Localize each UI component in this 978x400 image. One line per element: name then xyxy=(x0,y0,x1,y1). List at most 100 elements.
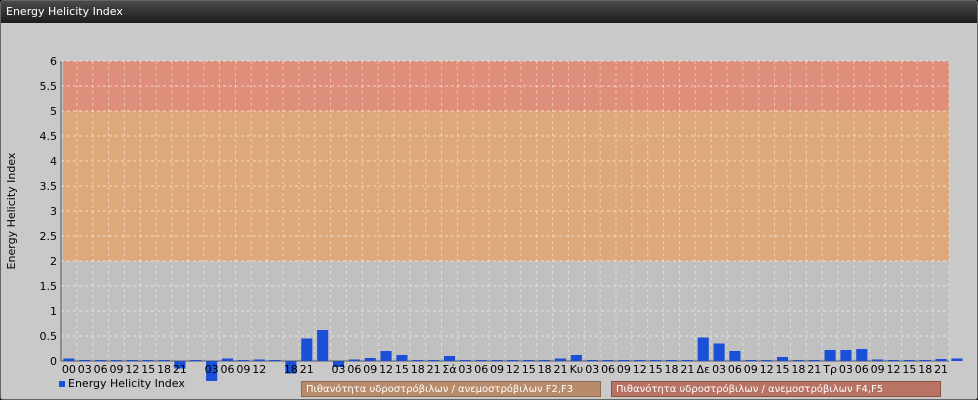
window-title: Energy Helicity Index xyxy=(1,1,977,23)
bar xyxy=(142,360,154,361)
bar xyxy=(237,360,249,361)
x-tick-label: 09 xyxy=(617,363,631,376)
x-tick-label: 09 xyxy=(236,363,250,376)
y-tick-label: 5.5 xyxy=(40,80,58,93)
bar xyxy=(507,360,519,361)
bar xyxy=(475,360,487,361)
bar xyxy=(428,360,440,361)
x-tick-label: 21 xyxy=(300,363,314,376)
x-tick-label: 18 xyxy=(538,363,552,376)
bar xyxy=(570,355,582,361)
x-tick-label: 12 xyxy=(252,363,266,376)
bar xyxy=(650,360,662,361)
chart-legend: Energy Helicity Index xyxy=(59,377,185,390)
probability-band-f4-f5: Πιθανότητα υδροστρόβιλων / ανεμοστρόβιλω… xyxy=(611,381,941,397)
bar xyxy=(539,360,551,361)
y-tick-label: 4.5 xyxy=(40,130,58,143)
x-tick-label: 18 xyxy=(918,363,932,376)
bar xyxy=(713,343,725,361)
bar xyxy=(792,360,804,361)
bar xyxy=(126,360,138,361)
x-tick-label: 00 xyxy=(62,363,76,376)
x-tick-label: 06 xyxy=(221,363,235,376)
x-tick-label: 06 xyxy=(474,363,488,376)
bar xyxy=(317,330,329,361)
bar xyxy=(602,360,614,361)
x-tick-label: 03 xyxy=(712,363,726,376)
bar xyxy=(887,360,900,361)
bar xyxy=(665,360,678,361)
bar xyxy=(110,360,123,361)
x-tick-label: 09 xyxy=(871,363,885,376)
x-tick-label: 12 xyxy=(760,363,774,376)
bar xyxy=(856,349,868,361)
bar xyxy=(776,357,789,361)
x-tick-label: 21 xyxy=(680,363,694,376)
ehi-chart: 0 0.5 1 1.5 2 2.5 3 3.5 4 4.5 5 5.5 6 Energy Helicity… xyxy=(5,55,963,381)
bar xyxy=(158,360,170,361)
x-tick-label: 09 xyxy=(363,363,377,376)
bar xyxy=(634,360,646,361)
bar xyxy=(824,350,836,361)
y-tick-label: 5 xyxy=(50,105,57,118)
x-tick-label: 18 xyxy=(665,363,679,376)
x-tick-label: Σά xyxy=(442,363,456,376)
bar xyxy=(63,358,75,361)
bar xyxy=(903,360,915,361)
y-tick-label: 1.5 xyxy=(40,280,58,293)
bar xyxy=(253,359,265,361)
x-tick-label: 21 xyxy=(427,363,441,376)
x-tick-label: 03 xyxy=(205,363,219,376)
bar xyxy=(491,360,503,361)
x-tick-label: 15 xyxy=(902,363,916,376)
bar xyxy=(935,359,947,361)
x-tick-label: 03 xyxy=(458,363,472,376)
bar xyxy=(95,360,107,361)
bar xyxy=(554,358,567,361)
bar xyxy=(301,338,313,361)
chart-panel: 0 0.5 1 1.5 2 2.5 3 3.5 4 4.5 5 5.5 6 Energy Helicity… xyxy=(1,23,977,399)
bar xyxy=(681,360,693,361)
y-tick-label: 3.5 xyxy=(40,180,58,193)
x-tick-label: 03 xyxy=(839,363,853,376)
bar xyxy=(79,360,91,361)
bar xyxy=(697,337,709,361)
bar xyxy=(412,360,424,361)
x-tick-label: 09 xyxy=(744,363,758,376)
bar xyxy=(729,351,741,361)
x-tick-label: 15 xyxy=(649,363,663,376)
x-tick-label: 15 xyxy=(395,363,409,376)
y-tick-label: 6 xyxy=(50,55,57,68)
y-axis-label: Energy Helicity Index xyxy=(5,152,18,269)
x-tick-label: 03 xyxy=(78,363,92,376)
x-tick-label: 03 xyxy=(585,363,599,376)
legend-label: Energy Helicity Index xyxy=(68,377,185,390)
bar xyxy=(348,359,360,361)
y-tick-label: 3 xyxy=(50,205,57,218)
x-tick-label: 12 xyxy=(506,363,520,376)
x-tick-label: 06 xyxy=(94,363,108,376)
chart-window: Energy Helicity Index 0 0.5 1 1.5 2 2.5 3 3.5 4 4… xyxy=(0,0,978,400)
probability-band-f2-f3: Πιθανότητα υδροστρόβιλων / ανεμοστρόβιλω… xyxy=(301,381,601,397)
x-tick-label: 21 xyxy=(934,363,948,376)
x-tick-label: 21 xyxy=(807,363,821,376)
x-tick-label: 06 xyxy=(728,363,742,376)
bar xyxy=(523,360,535,361)
x-tick-label: 21 xyxy=(173,363,187,376)
x-tick-label: 12 xyxy=(125,363,139,376)
x-tick-label: 06 xyxy=(347,363,361,376)
bar xyxy=(380,351,392,361)
bar xyxy=(872,359,884,361)
x-tick-label: 21 xyxy=(554,363,568,376)
legend-swatch xyxy=(59,381,65,387)
bar xyxy=(443,356,456,361)
x-tick-label: 18 xyxy=(157,363,171,376)
x-tick-label: Τρ xyxy=(822,363,837,376)
bar xyxy=(364,358,376,361)
y-tick-label: 1 xyxy=(50,305,57,318)
bar xyxy=(745,360,757,361)
y-tick-label: 2.5 xyxy=(40,230,58,243)
bar xyxy=(396,355,408,361)
x-tick-label: 15 xyxy=(522,363,536,376)
x-tick-label: 12 xyxy=(887,363,901,376)
